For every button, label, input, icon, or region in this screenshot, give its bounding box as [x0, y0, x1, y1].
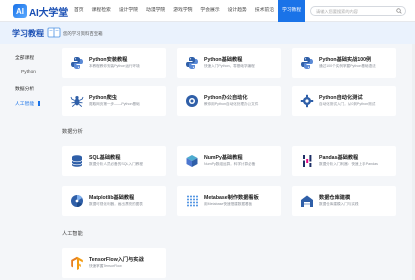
card-description: NumPy数组运算，科学计算必备	[204, 162, 256, 166]
card-title: 数据仓库建模	[319, 195, 351, 201]
card-title: Python爬虫	[89, 95, 117, 101]
card-description: 教你用Python自动化处理办公文件	[204, 102, 259, 106]
nav-item-game-school[interactable]: 游戏学院	[169, 0, 196, 22]
category-sidebar: 全部课程 Python 数据分析 人工智能	[0, 44, 54, 280]
card-description: 用Metabase快速搭建数据看板	[204, 202, 253, 206]
course-card-sql[interactable]: SQL基础教程 数据分析人员必备的SQL入门教程	[62, 146, 166, 176]
page-subtitle: 您的学习资料百宝箱	[63, 31, 103, 36]
python-icon	[71, 57, 83, 69]
course-card-metabase[interactable]: Metabase制作数据看板 用Metabase快速搭建数据看板	[177, 186, 281, 216]
course-card-python-100-examples[interactable]: Python基础实战100例 通过100个实例掌握Python基础语法	[292, 48, 396, 78]
card-description: 数据分析入门利器：快速上手Pandas	[319, 162, 378, 166]
book-icon	[47, 27, 61, 38]
course-card-pandas[interactable]: Pandas基础教程 数据分析入门利器：快速上手Pandas	[292, 146, 396, 176]
card-title: TensorFlow入门与实战	[89, 257, 144, 263]
nav-item-home[interactable]: 首页	[70, 0, 88, 22]
course-card-python-testing[interactable]: Python自动化测试 自动化测试入门，从0到Python测试	[292, 86, 396, 116]
course-card-python-crawler[interactable]: Python爬虫 爬取网页第一步——Python基础	[62, 86, 166, 116]
pandas-icon	[303, 155, 312, 167]
python-icon	[186, 57, 198, 69]
card-description: 快速掌握TensorFlow	[89, 264, 122, 268]
sidebar-item-ai[interactable]: 人工智能	[15, 100, 34, 107]
nav-item-design-school[interactable]: 设计学院	[115, 0, 142, 22]
page-header: 学习教程 您的学习资料百宝箱	[0, 22, 415, 44]
search-input[interactable]	[316, 7, 396, 15]
warehouse-icon	[301, 195, 313, 207]
matplotlib-icon	[71, 195, 83, 207]
course-card-tensorflow[interactable]: TensorFlow入门与实战 快速掌握TensorFlow	[62, 248, 166, 278]
sidebar-item-all-courses[interactable]: 全部课程	[15, 54, 34, 61]
card-description: 爬取网页第一步——Python基础	[89, 102, 140, 106]
card-title: Metabase制作数据看板	[204, 195, 259, 201]
card-title: Python自动化测试	[319, 95, 363, 101]
section-title-data-analysis: 数据分析	[62, 129, 83, 135]
search-box	[310, 6, 406, 16]
card-description: 数据仓库建模入门与实践	[319, 202, 359, 206]
page-title: 学习教程	[12, 29, 44, 38]
card-title: SQL基础教程	[89, 155, 121, 161]
course-card-python-office[interactable]: Python办公自动化 教你用Python自动化处理办公文件	[177, 86, 281, 116]
active-indicator	[38, 101, 40, 106]
search-icon[interactable]	[396, 8, 402, 14]
card-description: 自动化测试入门，从0到Python测试	[319, 102, 376, 106]
card-description: 快速入门Python，零基础学编程	[204, 64, 255, 68]
card-description: 数据可视化利器，画出漂亮的图表	[89, 202, 143, 206]
top-navigation-bar: AI AI大学堂 首页 课程检索 设计学院 动漫学院 游戏学院 学会展示 设计趋…	[0, 0, 415, 22]
nav-item-tutorials[interactable]: 学习教程	[278, 0, 306, 22]
course-card-python-install[interactable]: Python安装教程 本教程教你安装Python运行环境	[62, 48, 166, 78]
office-icon	[186, 95, 198, 107]
python-icon	[301, 57, 313, 69]
nav-item-animation-school[interactable]: 动漫学院	[142, 0, 169, 22]
card-description: 通过100个实例掌握Python基础语法	[319, 64, 376, 68]
nav-item-tech-frontier[interactable]: 技术前沿	[251, 0, 278, 22]
card-title: Python基础教程	[204, 57, 243, 63]
nav-item-course-search[interactable]: 课程检索	[88, 0, 115, 22]
card-title: Python基础实战100例	[319, 57, 372, 63]
sidebar-item-python[interactable]: Python	[21, 70, 36, 75]
logo-mark-icon: AI	[13, 4, 27, 18]
metabase-icon	[187, 195, 198, 207]
main-nav: 首页 课程检索 设计学院 动漫学院 游戏学院 学会展示 设计趋势 技术前沿 学习…	[70, 0, 306, 22]
nav-item-design-trends[interactable]: 设计趋势	[224, 0, 251, 22]
database-icon	[71, 155, 83, 167]
card-title: Python办公自动化	[204, 95, 248, 101]
logo-text: AI大学堂	[29, 7, 68, 19]
sidebar-item-data-analysis[interactable]: 数据分析	[15, 85, 34, 92]
nav-item-showcase[interactable]: 学会展示	[196, 0, 223, 22]
card-title: Python安装教程	[89, 57, 128, 63]
course-card-python-basics[interactable]: Python基础教程 快速入门Python，零基础学编程	[177, 48, 281, 78]
card-title: Pandas基础教程	[319, 155, 359, 161]
card-title: Matplotlib基础教程	[89, 195, 135, 201]
card-title: NumPy基础教程	[204, 155, 243, 161]
gear-icon	[300, 94, 314, 108]
card-description: 数据分析人员必备的SQL入门教程	[89, 162, 143, 166]
section-title-ai: 人工智能	[62, 231, 83, 237]
course-card-matplotlib[interactable]: Matplotlib基础教程 数据可视化利器，画出漂亮的图表	[62, 186, 166, 216]
spider-icon	[70, 96, 84, 107]
card-description: 本教程教你安装Python运行环境	[89, 64, 140, 68]
course-card-data-warehouse[interactable]: 数据仓库建模 数据仓库建模入门与实践	[292, 186, 396, 216]
numpy-icon	[186, 155, 198, 167]
site-logo[interactable]: AI AI大学堂	[13, 3, 68, 19]
tensorflow-icon	[71, 256, 83, 270]
course-card-numpy[interactable]: NumPy基础教程 NumPy数组运算，科学计算必备	[177, 146, 281, 176]
